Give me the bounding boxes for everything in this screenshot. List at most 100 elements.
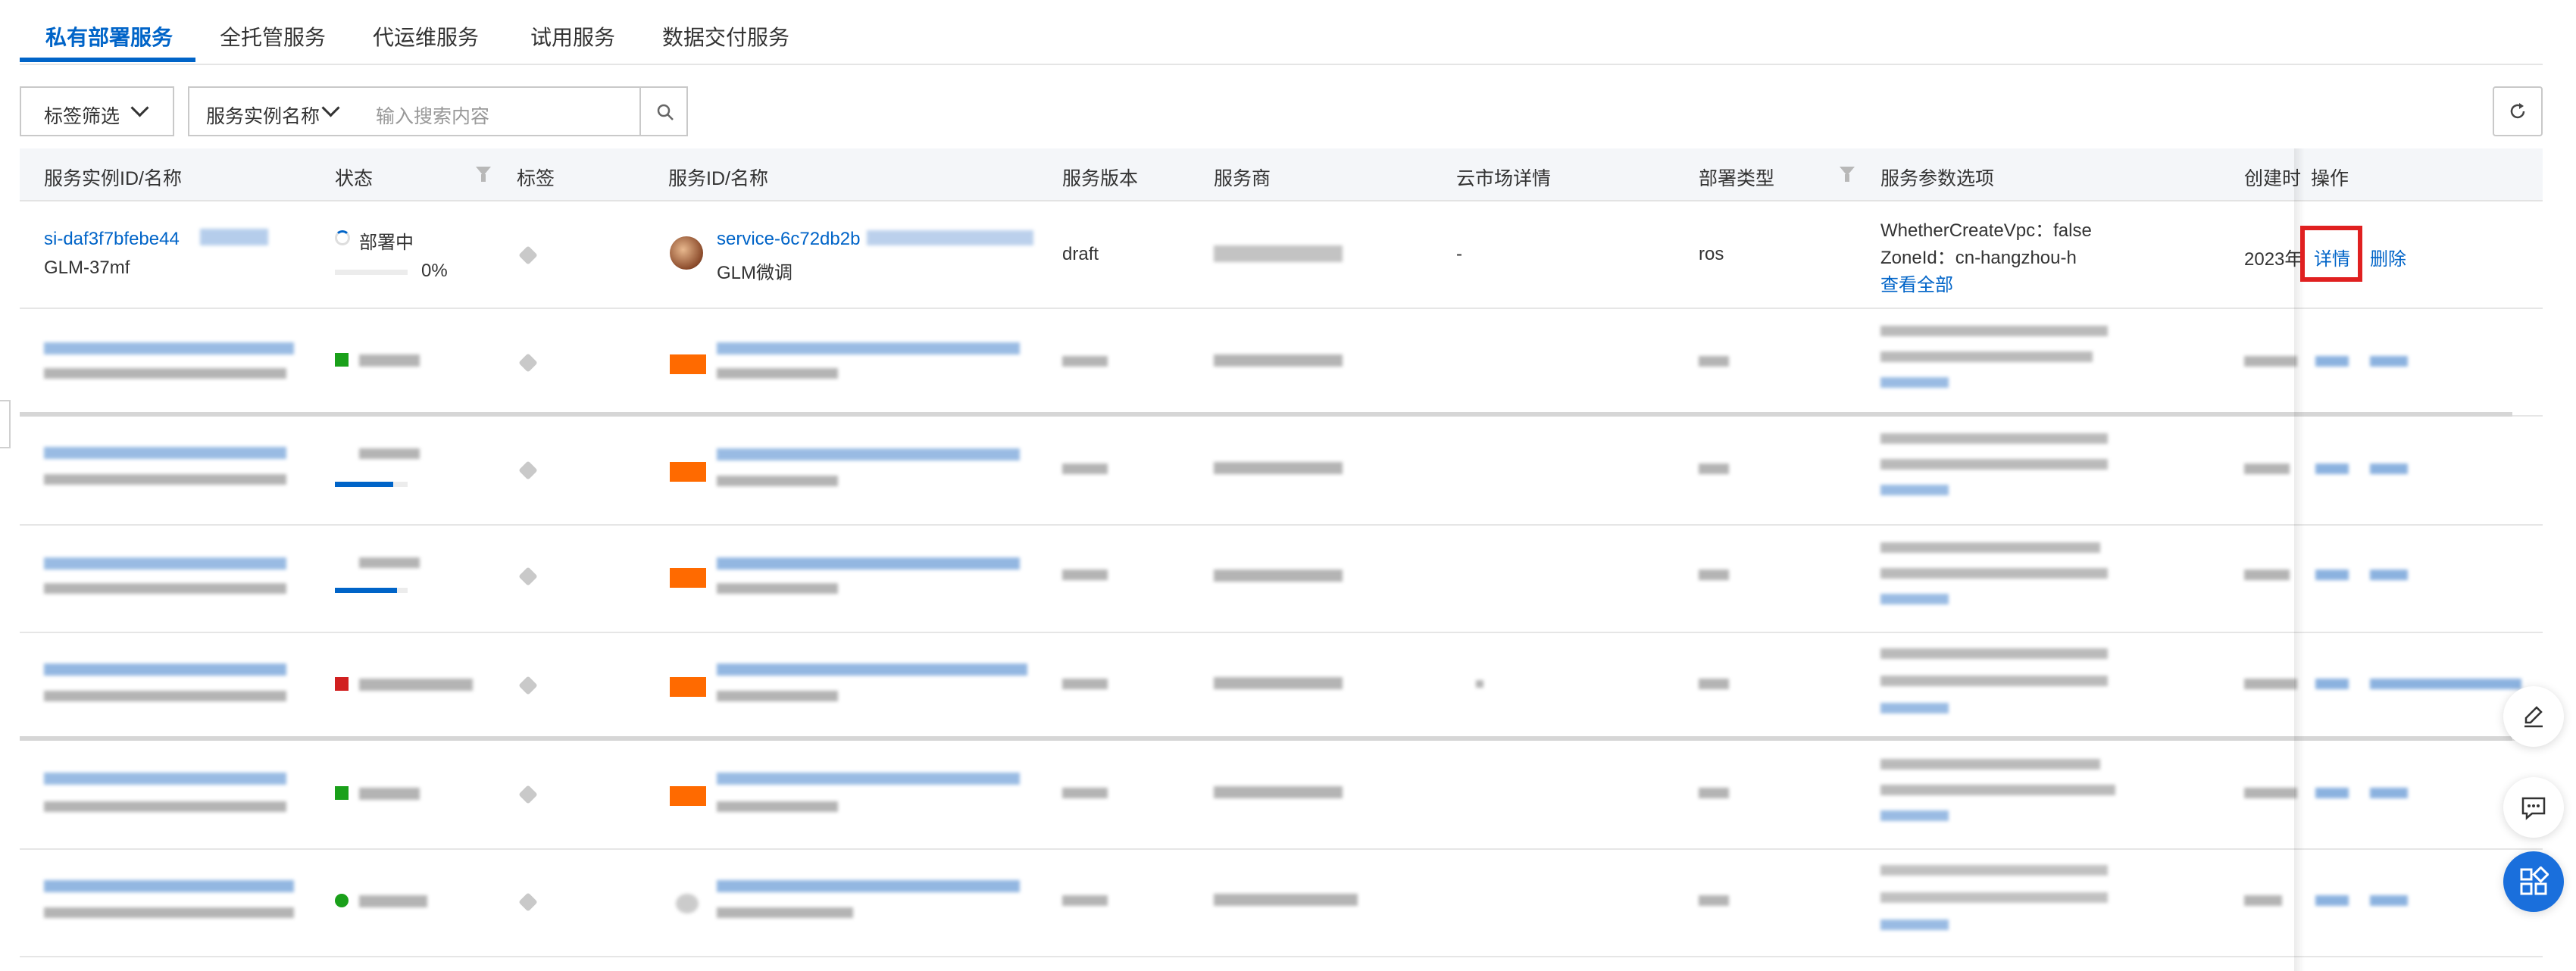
service-name-masked	[717, 476, 838, 486]
detail-link-masked[interactable]	[2315, 788, 2349, 798]
table-row	[20, 309, 2543, 417]
instance-id-link[interactable]: si-daf3f7bfebe44	[44, 229, 180, 250]
provider-masked	[1214, 786, 1343, 798]
detail-link-masked[interactable]	[2315, 464, 2349, 474]
detail-highlight-box	[2300, 226, 2362, 282]
refresh-button[interactable]	[2493, 86, 2543, 136]
created-masked	[2244, 895, 2282, 906]
delete-link-masked[interactable]	[2370, 464, 2408, 474]
tab-trial[interactable]: 试用服务	[530, 21, 615, 52]
tag-icon[interactable]	[518, 353, 538, 373]
col-tags: 标签	[517, 168, 555, 189]
view-all-masked[interactable]	[1880, 919, 1949, 930]
status-masked	[359, 679, 473, 691]
search-input[interactable]: 输入搜索内容	[358, 86, 641, 136]
params-masked	[1880, 759, 2100, 770]
tag-icon[interactable]	[518, 461, 538, 480]
search-icon	[657, 104, 674, 120]
delete-link-masked[interactable]	[2370, 356, 2408, 367]
detail-link-masked[interactable]	[2315, 356, 2349, 367]
version-masked	[1062, 895, 1108, 906]
params-masked	[1880, 785, 2115, 795]
tab-data-delivery[interactable]: 数据交付服务	[662, 21, 789, 52]
instance-name-masked	[44, 474, 286, 485]
params-masked	[1880, 459, 2108, 470]
col-service: 服务ID/名称	[668, 168, 768, 189]
view-all-masked[interactable]	[1880, 485, 1949, 495]
params-masked	[1880, 326, 2108, 336]
side-panel-toggle[interactable]	[0, 400, 11, 448]
deploy-type-masked	[1699, 895, 1729, 906]
status-error-icon	[335, 677, 349, 691]
apps-grid-icon	[2520, 866, 2549, 895]
status-success-icon	[335, 353, 349, 367]
tab-managed-ops[interactable]: 代运维服务	[373, 21, 479, 52]
col-deploy-type: 部署类型	[1699, 168, 1775, 189]
table-row	[20, 633, 2543, 741]
tab-private-deploy[interactable]: 私有部署服务	[45, 21, 173, 52]
detail-link-masked[interactable]	[2315, 895, 2349, 906]
tag-icon[interactable]	[518, 785, 538, 804]
status-masked	[359, 557, 420, 568]
detail-link-masked[interactable]	[2315, 570, 2349, 580]
progress-bar	[335, 482, 408, 487]
view-all-masked[interactable]	[1880, 703, 1949, 713]
feedback-button[interactable]	[2503, 686, 2564, 747]
tab-fully-managed[interactable]: 全托管服务	[220, 21, 326, 52]
apps-button[interactable]	[2503, 851, 2564, 912]
service-id-link[interactable]: service-6c72db2b	[717, 229, 860, 250]
status-masked	[359, 895, 427, 907]
status-running-icon	[335, 894, 349, 907]
table-row	[20, 418, 2543, 526]
table-row	[20, 742, 2543, 850]
status-filter-icon[interactable]	[476, 167, 491, 182]
view-all-masked[interactable]	[1880, 377, 1949, 388]
provider-masked	[1214, 462, 1343, 474]
tag-icon[interactable]	[518, 567, 538, 586]
tag-icon[interactable]	[518, 676, 538, 695]
deploy-type-masked	[1699, 464, 1729, 474]
table-header: 服务实例ID/名称 状态 标签 服务ID/名称 服务版本 服务商 云市场详情 部…	[20, 148, 2543, 201]
service-type-tabs: 私有部署服务 全托管服务 代运维服务 试用服务 数据交付服务	[20, 0, 2543, 65]
chevron-down-icon	[321, 98, 340, 117]
col-market: 云市场详情	[1456, 168, 1552, 189]
view-all-params-link[interactable]: 查看全部	[1880, 270, 1953, 296]
delete-link-masked[interactable]	[2370, 570, 2408, 580]
deploy-type-filter-icon[interactable]	[1840, 167, 1855, 182]
service-id-masked	[867, 230, 1033, 245]
progress-fill	[335, 588, 397, 593]
delete-link-masked[interactable]	[2370, 788, 2408, 798]
progress-fill	[335, 482, 393, 487]
col-actions: 操作	[2311, 168, 2349, 189]
params-masked	[1880, 542, 2100, 553]
progress-bar	[335, 270, 408, 275]
tag-icon[interactable]	[518, 892, 538, 912]
created-masked	[2244, 788, 2297, 798]
chat-icon	[2521, 797, 2546, 820]
service-logo	[670, 677, 706, 697]
deploy-type-masked	[1699, 570, 1729, 580]
instance-name-masked	[44, 583, 286, 594]
deploying-spinner-icon	[335, 230, 350, 245]
instance-name: GLM-37mf	[44, 258, 130, 278]
status-masked	[359, 354, 420, 367]
provider-masked	[1214, 894, 1358, 906]
instance-name-masked	[44, 691, 286, 701]
search-field-select[interactable]: 服务实例名称	[188, 86, 359, 136]
view-all-masked[interactable]	[1880, 810, 1949, 821]
deploy-type-masked	[1699, 356, 1729, 367]
tag-icon[interactable]	[518, 245, 538, 265]
provider-masked	[1214, 677, 1343, 689]
instance-id-masked	[200, 229, 268, 245]
service-name-masked	[717, 691, 838, 701]
delete-link[interactable]: 删除	[2370, 244, 2406, 270]
table-row: si-daf3f7bfebe44 GLM-37mf 部署中 0% service…	[20, 201, 2543, 309]
search-button[interactable]	[639, 86, 688, 136]
detail-link-masked[interactable]	[2315, 679, 2349, 689]
service-logo	[676, 894, 699, 913]
action-links-masked[interactable]	[2370, 679, 2521, 689]
chat-button[interactable]	[2503, 777, 2564, 838]
delete-link-masked[interactable]	[2370, 895, 2408, 906]
view-all-masked[interactable]	[1880, 594, 1949, 604]
tag-filter-button[interactable]: 标签筛选	[20, 86, 174, 136]
